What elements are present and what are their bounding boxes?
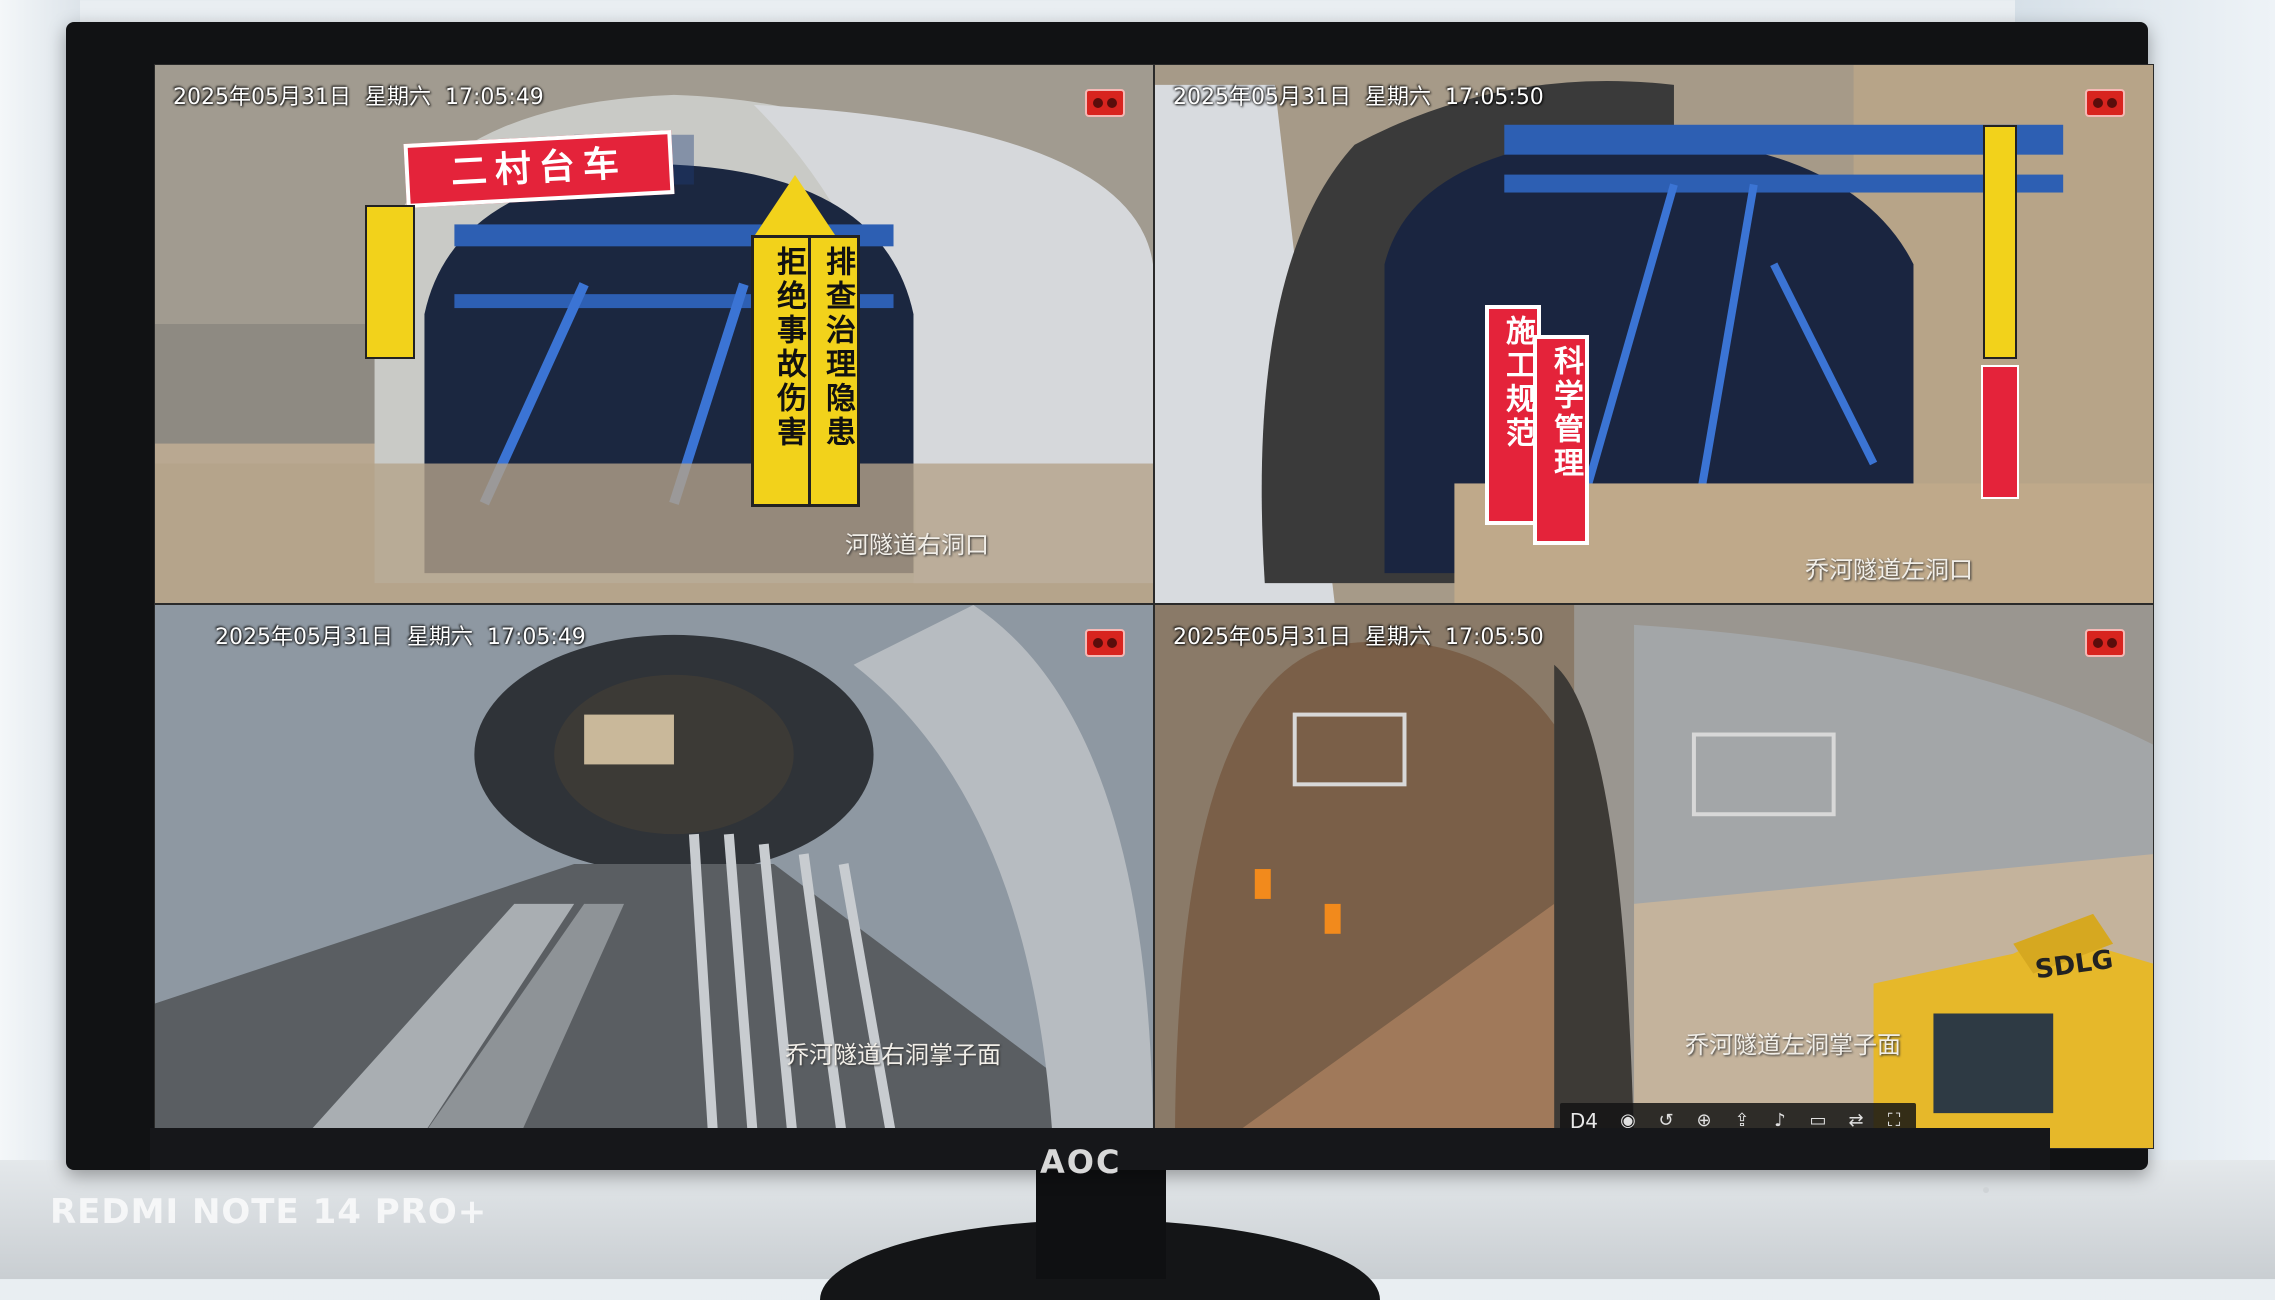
camera-3-name: 乔河隧道右洞掌子面 xyxy=(785,1041,1001,1069)
power-indicator xyxy=(1983,1187,1989,1193)
camera-watermark: REDMI NOTE 14 PRO+ xyxy=(50,1192,488,1232)
osd-weekday: 星期六 xyxy=(1364,625,1431,650)
recording-icon xyxy=(1085,89,1125,117)
camera-1-name: 河隧道右洞口 xyxy=(845,531,989,559)
osd-weekday: 星期六 xyxy=(406,625,473,650)
monitor-screen: 二村台车 排查治理隐患 拒绝事故伤害 2025年05月31日 星期六 17:05:4… xyxy=(154,64,2154,1149)
monitor-bezel: 二村台车 排查治理隐患 拒绝事故伤害 2025年05月31日 星期六 17:05:4… xyxy=(66,22,2154,1170)
sign-scientific-management: 科学管理 xyxy=(1533,335,1589,545)
osd-time: 17:05:49 xyxy=(445,85,544,110)
camera-3-timestamp: 2025年05月31日 星期六 17:05:49 xyxy=(215,619,600,651)
red-strip-right xyxy=(1981,365,2019,499)
osd-date: 2025年05月31日 xyxy=(215,625,393,650)
camera-feed-3[interactable]: 2025年05月31日 星期六 17:05:49 乔河隧道右洞掌子面 xyxy=(154,604,1154,1149)
monitor-brand-logo: AOC xyxy=(1040,1143,1122,1181)
camera-4-name: 乔河隧道左洞掌子面 xyxy=(1685,1031,1901,1059)
camera-2-name: 乔河隧道左洞口 xyxy=(1805,556,1973,584)
osd-date: 2025年05月31日 xyxy=(1173,85,1351,110)
camera-feed-1[interactable]: 二村台车 排查治理隐患 拒绝事故伤害 2025年05月31日 星期六 17:05:4… xyxy=(154,64,1154,604)
recording-icon xyxy=(2085,89,2125,117)
camera-2-timestamp: 2025年05月31日 星期六 17:05:50 xyxy=(1173,79,1558,111)
monitor-stand-neck xyxy=(1036,1170,1166,1279)
recording-icon xyxy=(1085,629,1125,657)
tunnel-interior-left-scene xyxy=(1155,605,2153,1148)
osd-date: 2025年05月31日 xyxy=(173,85,351,110)
warning-strip-right xyxy=(1983,125,2017,359)
osd-date: 2025年05月31日 xyxy=(1173,625,1351,650)
warning-triangle-sign-left xyxy=(365,205,415,359)
tunnel-interior-right-scene xyxy=(155,605,1153,1148)
osd-weekday: 星期六 xyxy=(1364,85,1431,110)
recording-icon xyxy=(2085,629,2125,657)
camera-1-timestamp: 2025年05月31日 星期六 17:05:49 xyxy=(173,79,558,111)
osd-weekday: 星期六 xyxy=(364,85,431,110)
osd-time: 17:05:49 xyxy=(487,625,586,650)
osd-time: 17:05:50 xyxy=(1445,625,1544,650)
camera-grid: 二村台车 排查治理隐患 拒绝事故伤害 2025年05月31日 星期六 17:05:4… xyxy=(154,64,2154,1149)
sign-vertical-refuse-accident: 拒绝事故伤害 xyxy=(751,235,811,507)
osd-time: 17:05:50 xyxy=(1445,85,1544,110)
camera-feed-4[interactable]: SDLG 2025年05月31日 星期六 17:05:50 乔河隧道左洞掌子面 xyxy=(1154,604,2154,1149)
camera-4-timestamp: 2025年05月31日 星期六 17:05:50 xyxy=(1173,619,1558,651)
camera-feed-2[interactable]: 施工规范 科学管理 2025年05月31日 星期六 17:05:50 乔河隧道左洞口 xyxy=(1154,64,2154,604)
